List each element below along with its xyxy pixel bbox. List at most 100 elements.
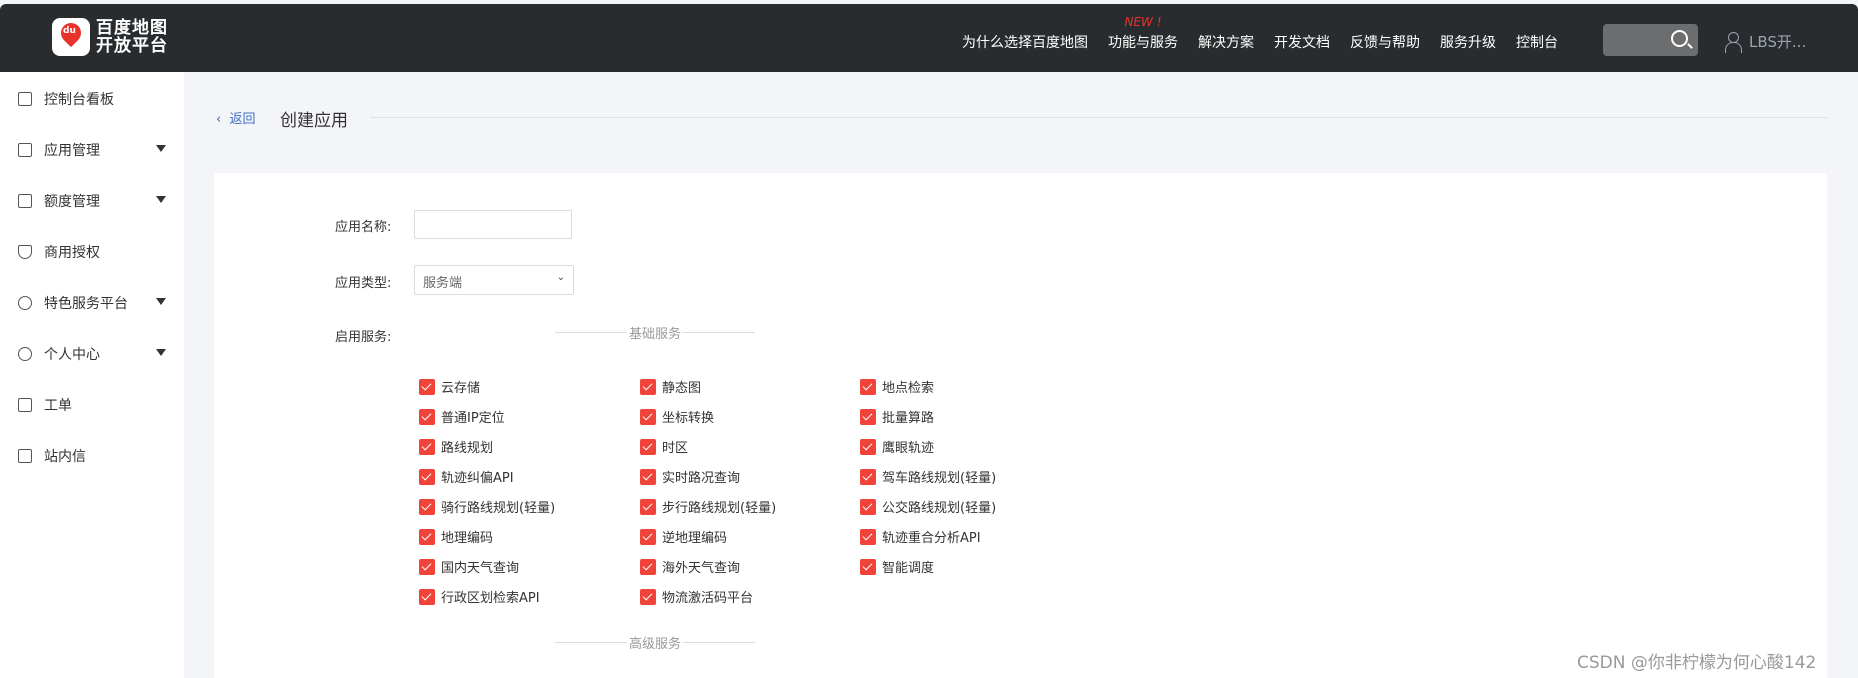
service-checkbox[interactable]: 普通IP定位	[419, 407, 505, 426]
advanced-services-divider: 高级服务	[555, 633, 755, 652]
checkbox-checked-icon[interactable]	[419, 378, 435, 395]
page-title: 创建应用	[280, 111, 348, 131]
checkbox-checked-icon[interactable]	[419, 558, 435, 575]
sidebar-item-label: 个人中心	[44, 347, 100, 363]
service-checkbox[interactable]: 静态图	[640, 377, 701, 396]
search-box[interactable]	[1603, 24, 1698, 56]
top-header: du 百度地图 开放平台 为什么选择百度地图 功能与服务 NEW ! 解决方案 开发文档反…	[0, 4, 1858, 72]
checkbox-checked-icon[interactable]	[640, 378, 656, 395]
sidebar-item[interactable]: 特色服务平台	[18, 293, 168, 313]
service-checkbox[interactable]: 鹰眼轨迹	[860, 437, 934, 456]
sidebar-item-label: 特色服务平台	[44, 296, 128, 312]
sidebar-item-label: 额度管理	[44, 194, 100, 210]
service-checkbox[interactable]: 批量算路	[860, 407, 934, 426]
user-icon	[1725, 31, 1742, 53]
checkbox-checked-icon[interactable]	[860, 558, 876, 575]
title-divider	[370, 117, 1827, 118]
service-checkbox[interactable]: 海外天气查询	[640, 557, 740, 576]
checkbox-checked-icon[interactable]	[860, 528, 876, 545]
app-type-select[interactable]: 服务端 ⌄	[414, 265, 574, 295]
nav-item[interactable]: 服务升级	[1440, 32, 1496, 52]
sidebar-item[interactable]: 站内信	[18, 446, 168, 466]
service-checkbox[interactable]: 国内天气查询	[419, 557, 519, 576]
sidebar-item[interactable]: 工单	[18, 395, 168, 415]
sidebar-item[interactable]: 个人中心	[18, 344, 168, 364]
service-checkbox[interactable]: 云存储	[419, 377, 480, 396]
user-menu[interactable]: LBS开...	[1725, 31, 1806, 53]
service-checkbox[interactable]: 轨迹纠偏API	[419, 467, 514, 486]
logo[interactable]: du 百度地图 开放平台	[52, 18, 168, 56]
app-name-label: 应用名称:	[335, 220, 392, 235]
sidebar-item-label: 工单	[44, 398, 72, 414]
nav-item[interactable]: 开发文档	[1274, 32, 1330, 52]
nav-item[interactable]: 控制台	[1516, 32, 1558, 52]
checkbox-checked-icon[interactable]	[419, 528, 435, 545]
sidebar-item[interactable]: 额度管理	[18, 191, 168, 211]
checkbox-checked-icon[interactable]	[860, 498, 876, 515]
clipboard-icon	[18, 398, 32, 412]
sliders-icon	[18, 194, 32, 208]
sidebar-item[interactable]: 应用管理	[18, 140, 168, 160]
sidebar-item[interactable]: 商用授权	[18, 242, 168, 262]
service-checkbox[interactable]: 路线规划	[419, 437, 493, 456]
service-checkbox[interactable]: 智能调度	[860, 557, 934, 576]
nav-item[interactable]: 功能与服务 NEW !	[1108, 15, 1178, 52]
caret-down-icon[interactable]	[156, 196, 166, 203]
user-circle-icon	[18, 347, 32, 361]
checkbox-checked-icon[interactable]	[860, 408, 876, 425]
sidebar-item-label: 商用授权	[44, 245, 100, 261]
chevron-down-icon: ⌄	[556, 272, 565, 283]
mail-icon	[18, 449, 32, 463]
grid-icon	[18, 143, 32, 157]
caret-down-icon[interactable]	[156, 298, 166, 305]
sidebar-item-label: 控制台看板	[44, 92, 114, 108]
checkbox-checked-icon[interactable]	[860, 378, 876, 395]
service-checkbox[interactable]: 轨迹重合分析API	[860, 527, 981, 546]
checkbox-checked-icon[interactable]	[860, 438, 876, 455]
checkbox-checked-icon[interactable]	[640, 468, 656, 485]
caret-down-icon[interactable]	[156, 145, 166, 152]
search-icon[interactable]	[1671, 30, 1688, 47]
shield-icon	[18, 245, 32, 259]
service-checkbox[interactable]: 骑行路线规划(轻量)	[419, 497, 555, 516]
sidebar-item[interactable]: 控制台看板	[18, 89, 168, 109]
app-name-input[interactable]	[414, 210, 572, 239]
back-link[interactable]: ‹ 返回	[216, 108, 255, 127]
watermark: CSDN @你非柠檬为何心酸142	[1577, 653, 1817, 673]
service-checkbox[interactable]: 步行路线规划(轻量)	[640, 497, 776, 516]
badge-icon	[18, 296, 32, 310]
basic-services-divider: 基础服务	[555, 323, 755, 342]
service-checkbox[interactable]: 物流激活码平台	[640, 587, 753, 606]
map-pin-logo-icon: du	[52, 18, 90, 56]
checkbox-checked-icon[interactable]	[640, 408, 656, 425]
checkbox-checked-icon[interactable]	[419, 408, 435, 425]
service-checkbox[interactable]: 行政区划检索API	[419, 587, 540, 606]
top-nav: 为什么选择百度地图 功能与服务 NEW ! 解决方案 开发文档 反馈与帮助 服务升级 控制台	[962, 15, 1558, 52]
checkbox-checked-icon[interactable]	[419, 588, 435, 605]
service-checkbox[interactable]: 实时路况查询	[640, 467, 740, 486]
checkbox-checked-icon[interactable]	[640, 558, 656, 575]
nav-item[interactable]: 反馈与帮助	[1350, 32, 1420, 52]
service-checkbox[interactable]: 坐标转换	[640, 407, 714, 426]
checkbox-checked-icon[interactable]	[419, 498, 435, 515]
service-checkbox[interactable]: 公交路线规划(轻量)	[860, 497, 996, 516]
checkbox-checked-icon[interactable]	[419, 468, 435, 485]
sidebar: 控制台看板应用管理额度管理商用授权特色服务平台 个人中心工单站内信	[0, 72, 184, 678]
app-type-label: 应用类型:	[335, 276, 392, 291]
checkbox-checked-icon[interactable]	[640, 438, 656, 455]
service-checkbox[interactable]: 驾车路线规划(轻量)	[860, 467, 996, 486]
checkbox-checked-icon[interactable]	[640, 498, 656, 515]
service-checkbox[interactable]: 时区	[640, 437, 688, 456]
checkbox-checked-icon[interactable]	[419, 438, 435, 455]
checkbox-checked-icon[interactable]	[640, 528, 656, 545]
service-checkbox[interactable]: 逆地理编码	[640, 527, 727, 546]
service-checkbox[interactable]: 地理编码	[419, 527, 493, 546]
checkbox-checked-icon[interactable]	[860, 468, 876, 485]
dashboard-icon	[18, 92, 32, 106]
nav-item[interactable]: 解决方案	[1198, 32, 1254, 52]
nav-item[interactable]: 为什么选择百度地图	[962, 32, 1088, 52]
checkbox-checked-icon[interactable]	[640, 588, 656, 605]
caret-down-icon[interactable]	[156, 349, 166, 356]
service-checkbox[interactable]: 地点检索	[860, 377, 934, 396]
sidebar-item-label: 应用管理	[44, 143, 100, 159]
